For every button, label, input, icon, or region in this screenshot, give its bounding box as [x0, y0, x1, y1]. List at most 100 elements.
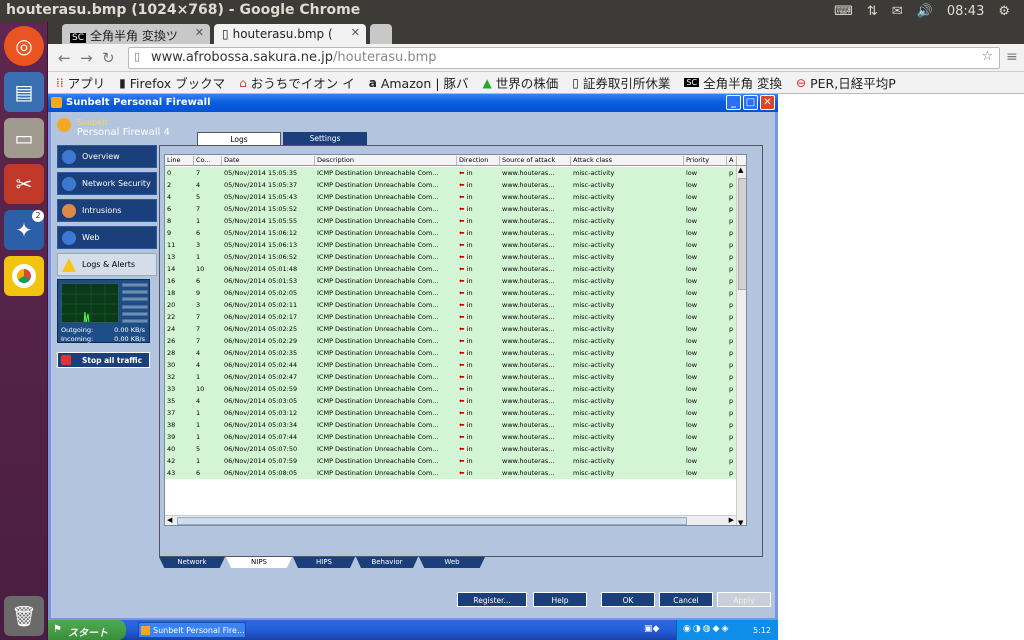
thunderbird-mail-icon[interactable]: ✦ 2: [4, 210, 44, 250]
tab-logs[interactable]: Logs: [197, 132, 281, 145]
tray-icons[interactable]: ◉◑◍◆◈: [683, 624, 730, 634]
table-row[interactable]: 37 1 06/Nov/2014 05:03:12 ICMP Destination …: [165, 407, 746, 419]
vertical-scrollbar[interactable]: ▲ ▼: [736, 166, 746, 525]
tab-behavior[interactable]: Behavior: [356, 557, 418, 568]
bookmark-firefox[interactable]: ▮ Firefox ブックマ: [119, 73, 225, 92]
sidebar-item-network-security[interactable]: Network Security: [57, 172, 157, 195]
bookmark-per[interactable]: ⊖ PER,日経平均P: [796, 73, 896, 92]
tab-network[interactable]: Network: [159, 557, 225, 568]
table-row[interactable]: 35 4 06/Nov/2014 05:03:05 ICMP Destination …: [165, 395, 746, 407]
table-row[interactable]: 16 6 06/Nov/2014 05:01:53 ICMP Destination …: [165, 275, 746, 287]
reload-icon[interactable]: ↻: [102, 49, 115, 67]
scroll-left-icon[interactable]: ◀: [167, 516, 172, 524]
ubuntu-dash-icon[interactable]: ◎: [4, 26, 44, 66]
start-button[interactable]: ⚑ スタート: [48, 620, 126, 640]
network-icon[interactable]: ⇅: [867, 4, 878, 19]
back-icon[interactable]: ←: [58, 49, 71, 67]
column-header[interactable]: A: [727, 156, 737, 165]
horizontal-scrollbar[interactable]: ◀ ▶: [165, 515, 736, 525]
mail-icon[interactable]: ✉: [892, 4, 903, 19]
column-header[interactable]: Line: [165, 156, 194, 165]
file-cabinet-icon[interactable]: ▭: [4, 118, 44, 158]
table-row[interactable]: 42 1 06/Nov/2014 05:07:59 ICMP Destination …: [165, 455, 746, 467]
ok-button[interactable]: OK: [601, 592, 655, 607]
tab-zenkaku[interactable]: SC 全角半角 変換ツ ✕: [62, 24, 210, 44]
table-row[interactable]: 40 5 06/Nov/2014 05:07:50 ICMP Destination …: [165, 443, 746, 455]
bookmark-aeon[interactable]: ⌂ おうちでイオン イ: [239, 73, 355, 92]
tab-web[interactable]: Web: [419, 557, 485, 568]
tab-settings[interactable]: Settings: [283, 132, 367, 145]
bookmark-apps[interactable]: ⁞⁞ アプリ: [56, 73, 105, 92]
chrome-browser-icon[interactable]: [4, 256, 44, 296]
column-header[interactable]: Description: [315, 156, 457, 165]
tab-nips[interactable]: NIPS: [226, 557, 292, 568]
new-tab-button[interactable]: [370, 24, 392, 44]
trash-icon[interactable]: 🗑: [4, 596, 44, 636]
tab-hips[interactable]: HIPS: [293, 557, 355, 568]
clock[interactable]: 08:43: [947, 4, 984, 19]
table-row[interactable]: 32 1 06/Nov/2014 05:02:47 ICMP Destination …: [165, 371, 746, 383]
volume-icon[interactable]: 🔊: [917, 4, 933, 19]
sidebar-item-overview[interactable]: Overview: [57, 145, 157, 168]
column-header[interactable]: Date: [222, 156, 315, 165]
table-row[interactable]: 6 7 05/Nov/2014 15:05:52 ICMP Destination U…: [165, 203, 746, 215]
column-header[interactable]: Source of attack: [500, 156, 571, 165]
table-row[interactable]: 39 1 06/Nov/2014 05:07:44 ICMP Destination …: [165, 431, 746, 443]
sidebar-item-intrusions[interactable]: Intrusions: [57, 199, 157, 222]
tab-houterasu[interactable]: ▯ houterasu.bmp (✕: [214, 24, 366, 44]
bookmark-amazon[interactable]: a Amazon | 豚バ: [369, 73, 469, 92]
table-row[interactable]: 18 9 06/Nov/2014 05:02:05 ICMP Destination …: [165, 287, 746, 299]
table-row[interactable]: 22 7 06/Nov/2014 05:02:17 ICMP Destination …: [165, 311, 746, 323]
address-bar[interactable]: ▯ www.afrobossa.sakura.ne.jp/houterasu.b…: [128, 47, 1000, 69]
register-button[interactable]: Register...: [457, 592, 527, 607]
table-row[interactable]: 30 4 06/Nov/2014 05:02:44 ICMP Destination …: [165, 359, 746, 371]
table-row[interactable]: 13 1 05/Nov/2014 15:06:52 ICMP Destination …: [165, 251, 746, 263]
stop-all-traffic-button[interactable]: Stop all traffic: [57, 352, 150, 368]
table-row[interactable]: 11 3 05/Nov/2014 15:06:13 ICMP Destination …: [165, 239, 746, 251]
table-row[interactable]: 9 6 05/Nov/2014 15:06:12 ICMP Destination U…: [165, 227, 746, 239]
minimize-button[interactable]: _: [726, 95, 741, 110]
xp-clock[interactable]: 5:12: [753, 626, 771, 635]
table-row[interactable]: 43 6 06/Nov/2014 05:08:05 ICMP Destination …: [165, 467, 746, 479]
table-row[interactable]: 0 7 05/Nov/2014 15:05:35 ICMP Destination U…: [165, 167, 746, 179]
taskbar-item-firewall[interactable]: Sunbelt Personal Fire...: [138, 622, 246, 638]
vertical-scroll-thumb[interactable]: [738, 178, 746, 290]
help-button[interactable]: Help: [533, 592, 587, 607]
sidebar-item-logs-alerts[interactable]: Logs & Alerts: [57, 253, 157, 276]
bookmark-zenkaku[interactable]: SC 全角半角 変換: [684, 73, 782, 92]
forward-icon[interactable]: →: [80, 49, 93, 67]
table-row[interactable]: 38 1 06/Nov/2014 05:03:34 ICMP Destination …: [165, 419, 746, 431]
table-row[interactable]: 8 1 05/Nov/2014 15:05:55 ICMP Destination U…: [165, 215, 746, 227]
sidebar-item-web[interactable]: Web: [57, 226, 157, 249]
close-button[interactable]: ✕: [760, 95, 775, 110]
bookmark-exchange[interactable]: ▯ 証券取引所休業: [572, 73, 670, 92]
close-icon[interactable]: ✕: [351, 26, 360, 39]
scroll-down-icon[interactable]: ▼: [738, 519, 743, 525]
maximize-button[interactable]: □: [743, 95, 758, 110]
cancel-button[interactable]: Cancel: [659, 592, 713, 607]
system-settings-icon[interactable]: ✂: [4, 164, 44, 204]
apply-button[interactable]: Apply: [717, 592, 771, 607]
column-header[interactable]: Co...: [194, 156, 222, 165]
table-row[interactable]: 28 4 06/Nov/2014 05:02:35 ICMP Destination …: [165, 347, 746, 359]
menu-icon[interactable]: ≡: [1006, 49, 1018, 65]
network-tray-icon[interactable]: ▣◆: [644, 624, 659, 634]
table-row[interactable]: 26 7 06/Nov/2014 05:02:29 ICMP Destination …: [165, 335, 746, 347]
table-row[interactable]: 14 10 06/Nov/2014 05:01:48 ICMP Destination…: [165, 263, 746, 275]
table-row[interactable]: 33 10 06/Nov/2014 05:02:59 ICMP Destination…: [165, 383, 746, 395]
keyboard-icon[interactable]: ⌨: [834, 4, 853, 19]
table-row[interactable]: 2 4 05/Nov/2014 15:05:37 ICMP Destination U…: [165, 179, 746, 191]
bookmark-star-icon[interactable]: ☆: [981, 49, 993, 64]
horizontal-scroll-thumb[interactable]: [177, 517, 687, 525]
close-icon[interactable]: ✕: [195, 26, 204, 39]
table-row[interactable]: 4 5 05/Nov/2014 15:05:43 ICMP Destination U…: [165, 191, 746, 203]
table-row[interactable]: 24 7 06/Nov/2014 05:02:25 ICMP Destination …: [165, 323, 746, 335]
column-header[interactable]: Direction: [457, 156, 500, 165]
scroll-up-icon[interactable]: ▲: [738, 166, 743, 174]
column-header[interactable]: Attack class: [571, 156, 684, 165]
writer-document-icon[interactable]: ▤: [4, 72, 44, 112]
table-row[interactable]: 20 3 06/Nov/2014 05:02:11 ICMP Destination …: [165, 299, 746, 311]
column-header[interactable]: Priority: [684, 156, 727, 165]
scroll-right-icon[interactable]: ▶: [729, 516, 734, 524]
settings-gear-icon[interactable]: ⚙: [998, 4, 1010, 19]
